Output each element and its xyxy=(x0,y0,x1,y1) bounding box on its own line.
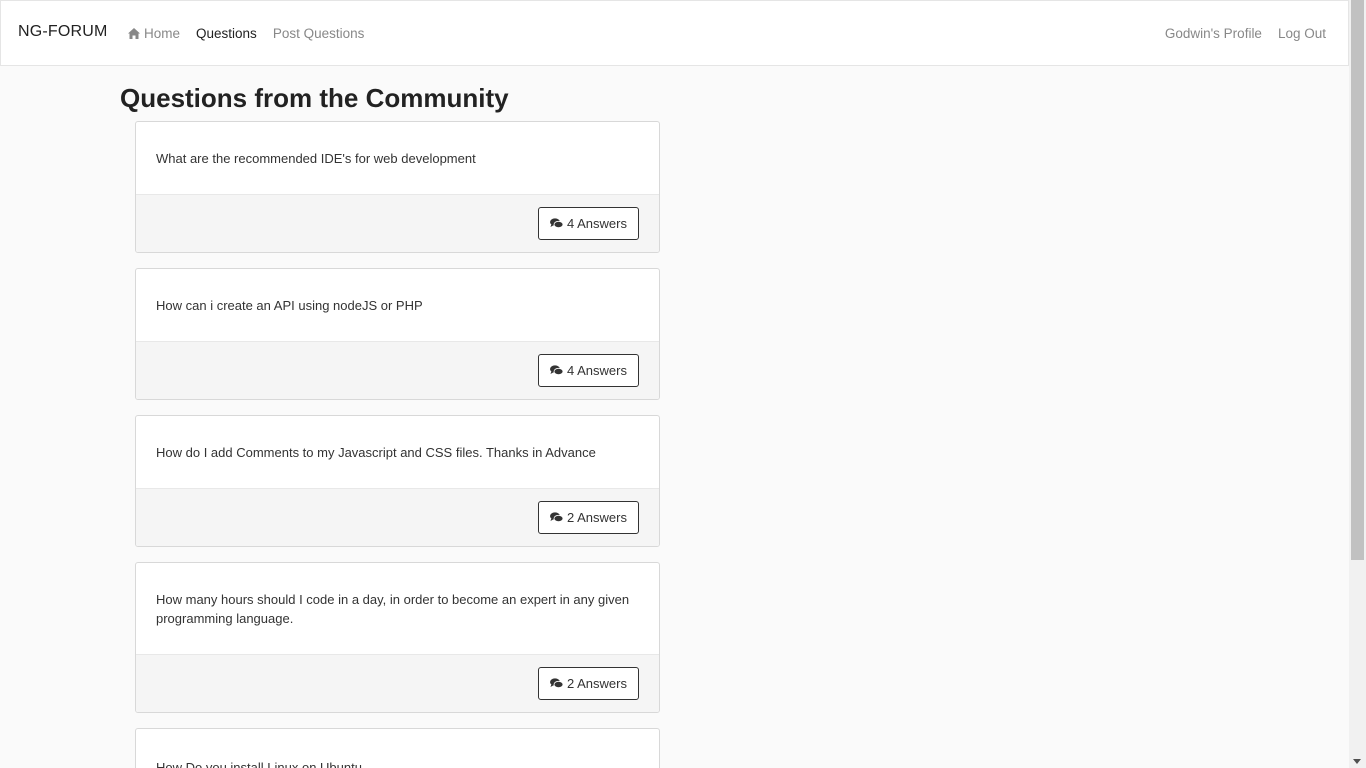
answers-count-label: 2 Answers xyxy=(567,676,627,691)
nav-right: Godwin's Profile Log Out xyxy=(1165,26,1326,41)
question-card-footer: 2 Answers xyxy=(136,488,659,546)
answers-button[interactable]: 4 Answers xyxy=(538,354,639,387)
question-card: How do I add Comments to my Javascript a… xyxy=(135,415,660,547)
comments-icon xyxy=(550,365,563,376)
scrollbar-thumb[interactable] xyxy=(1351,0,1364,560)
question-text[interactable]: How do I add Comments to my Javascript a… xyxy=(136,416,659,488)
top-navbar: NG-FORUM Home Questions Post Questions G… xyxy=(0,0,1349,66)
answers-button[interactable]: 4 Answers xyxy=(538,207,639,240)
question-card: How many hours should I code in a day, i… xyxy=(135,562,660,713)
scroll-down-arrow-icon[interactable] xyxy=(1353,759,1361,764)
home-icon xyxy=(128,28,140,39)
nav-left: Home Questions Post Questions xyxy=(128,26,364,41)
question-card: What are the recommended IDE's for web d… xyxy=(135,121,660,253)
nav-post-questions-link[interactable]: Post Questions xyxy=(273,26,365,41)
question-card: How Do you install Linux on Ubuntu xyxy=(135,728,660,768)
question-text[interactable]: How Do you install Linux on Ubuntu xyxy=(136,729,659,768)
answers-count-label: 2 Answers xyxy=(567,510,627,525)
question-text[interactable]: How many hours should I code in a day, i… xyxy=(136,563,659,654)
comments-icon xyxy=(550,218,563,229)
question-card: How can i create an API using nodeJS or … xyxy=(135,268,660,400)
brand-logo[interactable]: NG-FORUM xyxy=(18,23,108,41)
nav-questions-link[interactable]: Questions xyxy=(196,26,257,41)
question-text[interactable]: How can i create an API using nodeJS or … xyxy=(136,269,659,341)
answers-count-label: 4 Answers xyxy=(567,216,627,231)
comments-icon xyxy=(550,512,563,523)
comments-icon xyxy=(550,678,563,689)
answers-button[interactable]: 2 Answers xyxy=(538,667,639,700)
nav-home-link[interactable]: Home xyxy=(128,26,180,41)
question-card-footer: 2 Answers xyxy=(136,654,659,712)
question-text[interactable]: What are the recommended IDE's for web d… xyxy=(136,122,659,194)
page-scrollbar[interactable] xyxy=(1349,0,1366,768)
answers-button[interactable]: 2 Answers xyxy=(538,501,639,534)
nav-profile-link[interactable]: Godwin's Profile xyxy=(1165,26,1262,41)
nav-home-label: Home xyxy=(144,26,181,41)
nav-logout-link[interactable]: Log Out xyxy=(1278,26,1326,41)
question-card-footer: 4 Answers xyxy=(136,194,659,252)
answers-count-label: 4 Answers xyxy=(567,363,627,378)
page-title: Questions from the Community xyxy=(120,83,509,113)
question-card-footer: 4 Answers xyxy=(136,341,659,399)
